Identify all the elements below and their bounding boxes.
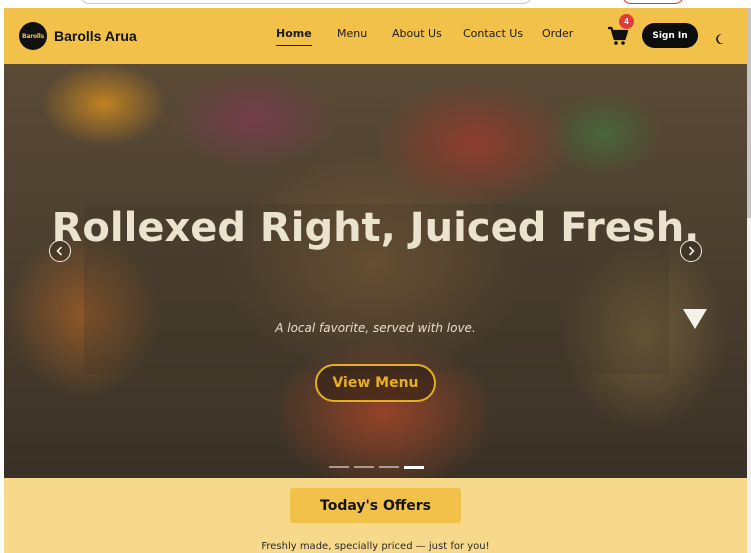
nav-link-contact[interactable]: Contact Us [463,27,523,45]
offers-title: Today's Offers [290,488,461,523]
brand-name: Barolls Arua [54,28,137,44]
carousel-indicators [329,466,424,469]
hero-subtitle: A local favorite, served with love. [275,321,476,335]
nav-link-about[interactable]: About Us [392,27,442,45]
carousel-dot[interactable] [329,466,349,468]
offers-section: Today's Offers Freshly made, specially p… [4,478,747,553]
carousel-dot[interactable] [379,466,399,468]
address-bar[interactable] [80,0,532,4]
chevron-right-icon [688,246,695,256]
brand[interactable]: Barolls Barolls Arua [19,22,137,50]
browser-action-button[interactable] [622,0,684,4]
cart-count-badge: 4 [619,14,634,29]
page-scrollbar[interactable] [747,8,751,553]
carousel-dot-active[interactable] [404,466,424,469]
carousel-dot[interactable] [354,466,374,468]
hero-carousel: Rollexed Right, Juiced Fresh. A local fa… [4,64,747,478]
brand-logo-text: Barolls [22,32,44,40]
cart-icon[interactable] [607,26,629,46]
nav-link-order[interactable]: Order [542,27,573,45]
page: Barolls Barolls Arua Home Menu About Us … [4,8,747,553]
navbar: Barolls Barolls Arua Home Menu About Us … [4,8,747,64]
triangle-down-icon[interactable] [682,308,708,330]
chevron-left-icon [56,246,63,256]
carousel-prev-button[interactable] [49,240,71,262]
offers-subtitle: Freshly made, specially priced — just fo… [261,541,490,552]
hero-title: Rollexed Right, Juiced Fresh. [51,205,700,251]
sign-in-button[interactable]: Sign In [642,23,698,48]
nav-link-home[interactable]: Home [276,27,312,46]
moon-icon[interactable] [715,30,727,45]
scrollbar-thumb[interactable] [747,8,751,218]
carousel-next-button[interactable] [680,240,702,262]
nav-link-menu[interactable]: Menu [337,27,367,45]
view-menu-button[interactable]: View Menu [315,364,436,402]
brand-logo: Barolls [19,22,47,50]
browser-chrome-strip [0,0,751,8]
